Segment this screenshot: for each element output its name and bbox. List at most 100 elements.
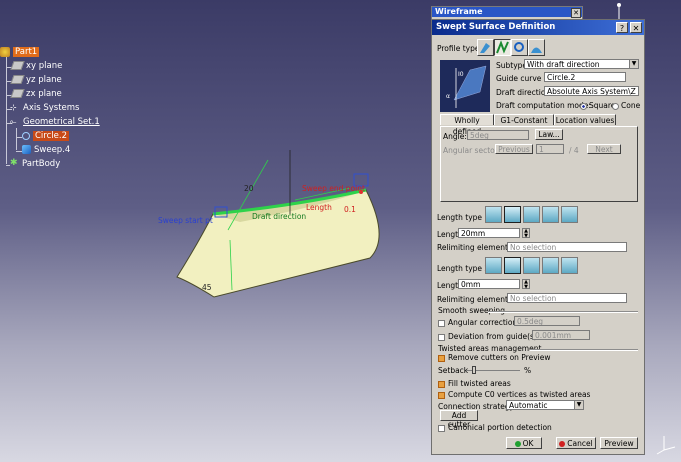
slider-handle[interactable] (472, 366, 476, 374)
length-label: Length (306, 203, 332, 212)
profile-circle-icon[interactable] (511, 39, 528, 56)
angle-value-label: 0.1 (344, 205, 356, 214)
ok-label: OK (522, 439, 534, 448)
tree-item-circle[interactable]: Circle.2 (22, 130, 69, 143)
length2-spinner[interactable]: ▲ ▼ (522, 279, 530, 290)
profile-line-icon[interactable] (494, 39, 511, 56)
close-icon[interactable]: ✕ (571, 8, 581, 18)
mode-square-option[interactable]: Square (580, 101, 615, 110)
preview-button[interactable]: Preview (600, 437, 638, 449)
help-button[interactable]: ? (616, 22, 628, 33)
relimiting2-field[interactable]: No selection (507, 293, 627, 303)
profile-conic-icon[interactable] (528, 39, 545, 56)
canonical-option[interactable]: Canonical portion detection (438, 423, 552, 432)
tree-item-label: Sweep.4 (34, 145, 71, 155)
tree-item-label: Circle.2 (33, 131, 69, 141)
length2-field[interactable]: 0mm (458, 279, 520, 289)
angular-correction-option[interactable]: Angular correction: (438, 318, 520, 327)
angle-label: 45 (202, 283, 212, 292)
sweep-start-label: Sweep start pt (158, 216, 213, 225)
tab-strip: Wholly defined G1-Constant Location valu… (440, 114, 638, 136)
circle-icon (22, 131, 30, 140)
chevron-down-icon: ▼ (629, 60, 638, 68)
guide-curve-label: Guide curve 1: (496, 74, 552, 83)
tree-item-label: xy plane (26, 61, 63, 71)
sweep-surface-model[interactable] (150, 150, 430, 310)
tree-item-partbody[interactable]: ✱ PartBody (10, 158, 60, 171)
separator (488, 311, 638, 313)
cancel-icon (559, 441, 566, 447)
setback-label: Setback (438, 366, 469, 375)
angular-correction-label: Angular correction: (448, 318, 520, 327)
tab-location-values[interactable]: Location values (554, 114, 616, 125)
draft-direction-label: Draft direction (252, 212, 307, 221)
next-button[interactable]: Next (587, 144, 621, 154)
length-type-from-curve-icon[interactable] (504, 206, 521, 223)
previous-button[interactable]: Previous (495, 144, 533, 154)
length-type-standard-icon[interactable] (485, 206, 502, 223)
checkbox-icon (438, 380, 445, 388)
length-type-from-to-icon[interactable] (523, 257, 540, 274)
tree-item-label: Geometrical Set.1 (23, 117, 100, 127)
length1-field[interactable]: 20mm (458, 228, 520, 238)
tab-g1-constant[interactable]: G1-Constant (494, 114, 554, 125)
subtype-value: With draft direction (527, 60, 600, 69)
guide-curve-field[interactable]: Circle.2 (544, 72, 626, 82)
length-type1-label: Length type 1: (437, 213, 492, 222)
setback-slider[interactable] (466, 366, 520, 374)
tree-item-zx-plane[interactable]: zx plane (10, 88, 62, 101)
tree-item-axis-systems[interactable]: ⊹ Axis Systems (10, 102, 79, 115)
subtype-select[interactable]: With draft direction ▼ (524, 59, 639, 69)
profile-type-label: Profile type: (437, 44, 482, 53)
angle-field[interactable]: 5deg (467, 130, 529, 140)
deviation-option[interactable]: Deviation from guide(s): (438, 332, 539, 341)
sweep-end-label: Sweep end point (302, 184, 365, 193)
law-button[interactable]: Law... (535, 129, 563, 140)
tree-item-geometrical-set[interactable]: ⟜ Geometrical Set.1 (10, 116, 100, 129)
ok-button[interactable]: OK (506, 437, 542, 449)
relimiting1-field[interactable]: No selection (507, 242, 627, 252)
compute-c0-label: Compute C0 vertices as twisted areas (448, 390, 591, 399)
checkbox-icon (438, 354, 445, 362)
cancel-button[interactable]: Cancel (556, 437, 596, 449)
tree-item-part1[interactable]: Part1 (0, 46, 40, 59)
sector-total: / 4 (569, 146, 579, 155)
remove-cutters-option[interactable]: Remove cutters on Preview (438, 353, 551, 362)
dialog-title: Swept Surface Definition (432, 20, 644, 35)
mode-cone-option[interactable]: Cone (612, 101, 640, 110)
length1-spinner[interactable]: ▲ ▼ (522, 228, 530, 239)
tab-wholly-defined[interactable]: Wholly defined (440, 114, 494, 136)
fill-twisted-option[interactable]: Fill twisted areas (438, 379, 511, 388)
connection-strategy-select[interactable]: Automatic ▼ (506, 400, 584, 410)
mode-cone-label: Cone (621, 101, 641, 110)
add-cutter-button[interactable]: Add cutter (440, 410, 478, 429)
profile-explicit-icon[interactable] (477, 39, 494, 56)
compute-c0-option[interactable]: Compute C0 vertices as twisted areas (438, 390, 590, 399)
tree-item-yz-plane[interactable]: yz plane (10, 74, 62, 87)
length-type-standard-icon[interactable] (485, 257, 502, 274)
radio-icon (580, 102, 587, 110)
length-type2-label: Length type 2: (437, 264, 492, 273)
swept-surface-dialog: Swept Surface Definition ? ✕ Profile typ… (431, 19, 645, 455)
length-type-from-extremum-icon[interactable] (542, 206, 559, 223)
tree-item-xy-plane[interactable]: xy plane (10, 60, 63, 73)
length-type-from-to-icon[interactable] (523, 206, 540, 223)
ok-icon (514, 441, 521, 447)
length-type-along-surface-icon[interactable] (561, 206, 578, 223)
sector-field[interactable]: 1 (536, 144, 564, 154)
close-button[interactable]: ✕ (630, 22, 642, 33)
sweep-icon (22, 145, 31, 154)
length-type-along-surface-icon[interactable] (561, 257, 578, 274)
tree-item-label: PartBody (22, 159, 61, 169)
tree-item-sweep[interactable]: Sweep.4 (22, 144, 70, 157)
angular-correction-field[interactable]: 0.5deg (514, 316, 580, 326)
length-type-from-extremum-icon[interactable] (542, 257, 559, 274)
partbody-icon: ✱ (10, 158, 18, 168)
plane-icon (10, 61, 25, 70)
fill-twisted-label: Fill twisted areas (448, 379, 511, 388)
deviation-field[interactable]: 0.001mm (532, 330, 590, 340)
setback-unit: % (524, 366, 532, 375)
length-type-from-curve-icon[interactable] (504, 257, 521, 274)
draft-direction-field[interactable]: Absolute Axis System\Z (544, 86, 639, 96)
relimiting1-label: Relimiting element 1: (437, 243, 518, 252)
